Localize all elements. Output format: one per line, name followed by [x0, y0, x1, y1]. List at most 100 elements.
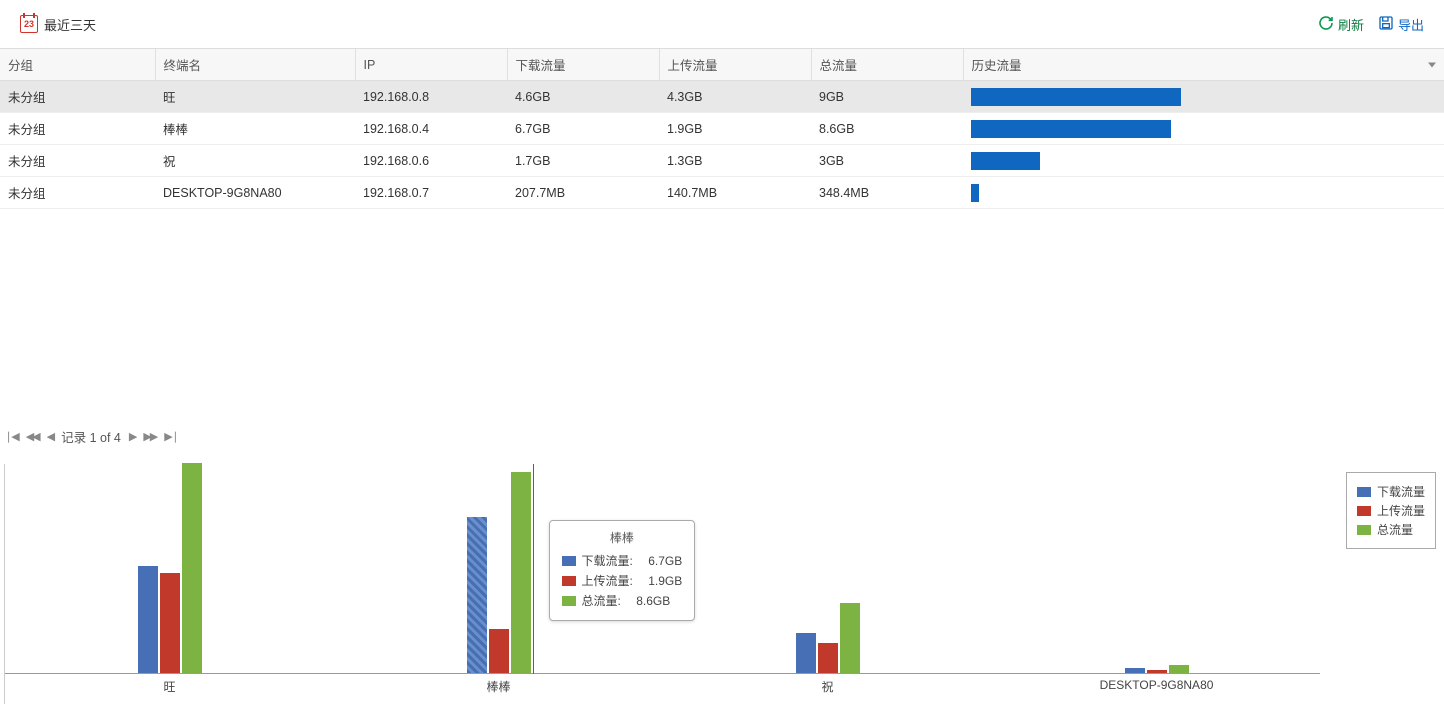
col-history[interactable]: 历史流量: [963, 49, 1444, 81]
cell-total: 348.4MB: [811, 177, 963, 209]
traffic-chart: 旺棒棒祝DESKTOP-9G8NA80 下载流量 上传流量 总流量 棒棒下载流量…: [4, 464, 1440, 704]
tooltip-row: 下载流量: 6.7GB: [562, 552, 683, 569]
history-bar: [971, 88, 1181, 106]
save-icon: [1378, 15, 1394, 34]
col-upload[interactable]: 上传流量: [659, 49, 811, 81]
cell-download: 207.7MB: [507, 177, 659, 209]
chart-bar[interactable]: [1125, 668, 1145, 673]
cell-total: 8.6GB: [811, 113, 963, 145]
table-row[interactable]: 未分组棒棒192.168.0.46.7GB1.9GB8.6GB: [0, 113, 1444, 145]
col-ip[interactable]: IP: [355, 49, 507, 81]
cell-upload: 140.7MB: [659, 177, 811, 209]
chart-bar-group[interactable]: [1117, 665, 1197, 673]
pager-label: 记录 1 of 4: [61, 427, 121, 446]
history-bar: [971, 120, 1171, 138]
pager-next[interactable]: ▶: [129, 430, 135, 443]
chart-bar-group[interactable]: [130, 463, 210, 673]
cell-group: 未分组: [0, 145, 155, 177]
swatch-icon: [1357, 487, 1371, 497]
tooltip-row: 上传流量: 1.9GB: [562, 572, 683, 589]
history-bar: [971, 184, 979, 202]
swatch-icon: [1357, 525, 1371, 535]
legend-upload[interactable]: 上传流量: [1357, 502, 1425, 519]
cell-upload: 1.3GB: [659, 145, 811, 177]
legend-total[interactable]: 总流量: [1357, 521, 1425, 538]
cell-group: 未分组: [0, 177, 155, 209]
export-label: 导出: [1398, 15, 1424, 34]
refresh-icon: [1318, 15, 1334, 34]
cell-upload: 1.9GB: [659, 113, 811, 145]
tooltip-row: 总流量: 8.6GB: [562, 592, 683, 609]
chart-bar[interactable]: [467, 517, 487, 673]
cell-download: 6.7GB: [507, 113, 659, 145]
date-range-selector[interactable]: 23 最近三天: [20, 15, 96, 34]
cell-group: 未分组: [0, 113, 155, 145]
cell-group: 未分组: [0, 81, 155, 113]
table-row[interactable]: 未分组旺192.168.0.84.6GB4.3GB9GB: [0, 81, 1444, 113]
cell-name: 祝: [155, 145, 355, 177]
col-name[interactable]: 终端名: [155, 49, 355, 81]
chart-bar[interactable]: [489, 629, 509, 673]
cell-ip: 192.168.0.7: [355, 177, 507, 209]
chart-bar[interactable]: [138, 566, 158, 673]
table-row[interactable]: 未分组祝192.168.0.61.7GB1.3GB3GB: [0, 145, 1444, 177]
cell-download: 4.6GB: [507, 81, 659, 113]
sort-caret-icon: [1428, 62, 1436, 67]
pager: ❘◀ ◀◀ ◀ 记录 1 of 4 ▶ ▶▶ ▶❘: [0, 419, 1444, 456]
chart-x-label: 祝: [821, 678, 833, 695]
table-row[interactable]: 未分组DESKTOP-9G8NA80192.168.0.7207.7MB140.…: [0, 177, 1444, 209]
pager-first[interactable]: ❘◀: [4, 430, 18, 443]
cell-history: [963, 81, 1444, 113]
cell-name: DESKTOP-9G8NA80: [155, 177, 355, 209]
calendar-icon: 23: [20, 15, 38, 33]
chart-bar-group[interactable]: [459, 472, 539, 673]
toolbar: 23 最近三天 刷新 导出: [0, 0, 1444, 48]
pager-prev[interactable]: ◀: [47, 430, 53, 443]
col-group[interactable]: 分组: [0, 49, 155, 81]
chart-x-label: 旺: [163, 678, 175, 695]
chart-bar[interactable]: [840, 603, 860, 673]
history-bar: [971, 152, 1040, 170]
chart-bar[interactable]: [1169, 665, 1189, 673]
chart-bar-group[interactable]: [788, 603, 868, 673]
date-range-label: 最近三天: [44, 15, 96, 34]
cell-total: 9GB: [811, 81, 963, 113]
cell-name: 旺: [155, 81, 355, 113]
chart-legend: 下载流量 上传流量 总流量: [1346, 472, 1436, 549]
col-total[interactable]: 总流量: [811, 49, 963, 81]
cell-name: 棒棒: [155, 113, 355, 145]
tooltip-title: 棒棒: [562, 529, 683, 546]
chart-tooltip: 棒棒下载流量: 6.7GB 上传流量: 1.9GB 总流量: 8.6GB: [549, 520, 696, 621]
export-button[interactable]: 导出: [1378, 15, 1424, 34]
cell-ip: 192.168.0.8: [355, 81, 507, 113]
swatch-icon: [562, 556, 576, 566]
swatch-icon: [562, 596, 576, 606]
refresh-label: 刷新: [1338, 15, 1364, 34]
chart-x-axis: 旺棒棒祝DESKTOP-9G8NA80: [5, 678, 1320, 698]
cell-total: 3GB: [811, 145, 963, 177]
chart-bar[interactable]: [160, 573, 180, 673]
cell-history: [963, 177, 1444, 209]
refresh-button[interactable]: 刷新: [1318, 15, 1364, 34]
legend-download[interactable]: 下载流量: [1357, 483, 1425, 500]
swatch-icon: [562, 576, 576, 586]
pager-prev-page[interactable]: ◀◀: [26, 430, 39, 443]
chart-x-label: 棒棒: [486, 678, 510, 695]
chart-bar[interactable]: [818, 643, 838, 673]
chart-bar[interactable]: [796, 633, 816, 673]
swatch-icon: [1357, 506, 1371, 516]
cell-history: [963, 145, 1444, 177]
pager-next-page[interactable]: ▶▶: [143, 430, 156, 443]
table-header-row: 分组 终端名 IP 下载流量 上传流量 总流量 历史流量: [0, 49, 1444, 81]
col-download[interactable]: 下载流量: [507, 49, 659, 81]
calendar-day: 23: [21, 19, 37, 29]
cell-ip: 192.168.0.4: [355, 113, 507, 145]
chart-bar[interactable]: [511, 472, 531, 673]
pager-last[interactable]: ▶❘: [164, 430, 178, 443]
cell-download: 1.7GB: [507, 145, 659, 177]
cell-ip: 192.168.0.6: [355, 145, 507, 177]
cell-history: [963, 113, 1444, 145]
chart-bar[interactable]: [1147, 670, 1167, 673]
chart-bar[interactable]: [182, 463, 202, 673]
cell-upload: 4.3GB: [659, 81, 811, 113]
